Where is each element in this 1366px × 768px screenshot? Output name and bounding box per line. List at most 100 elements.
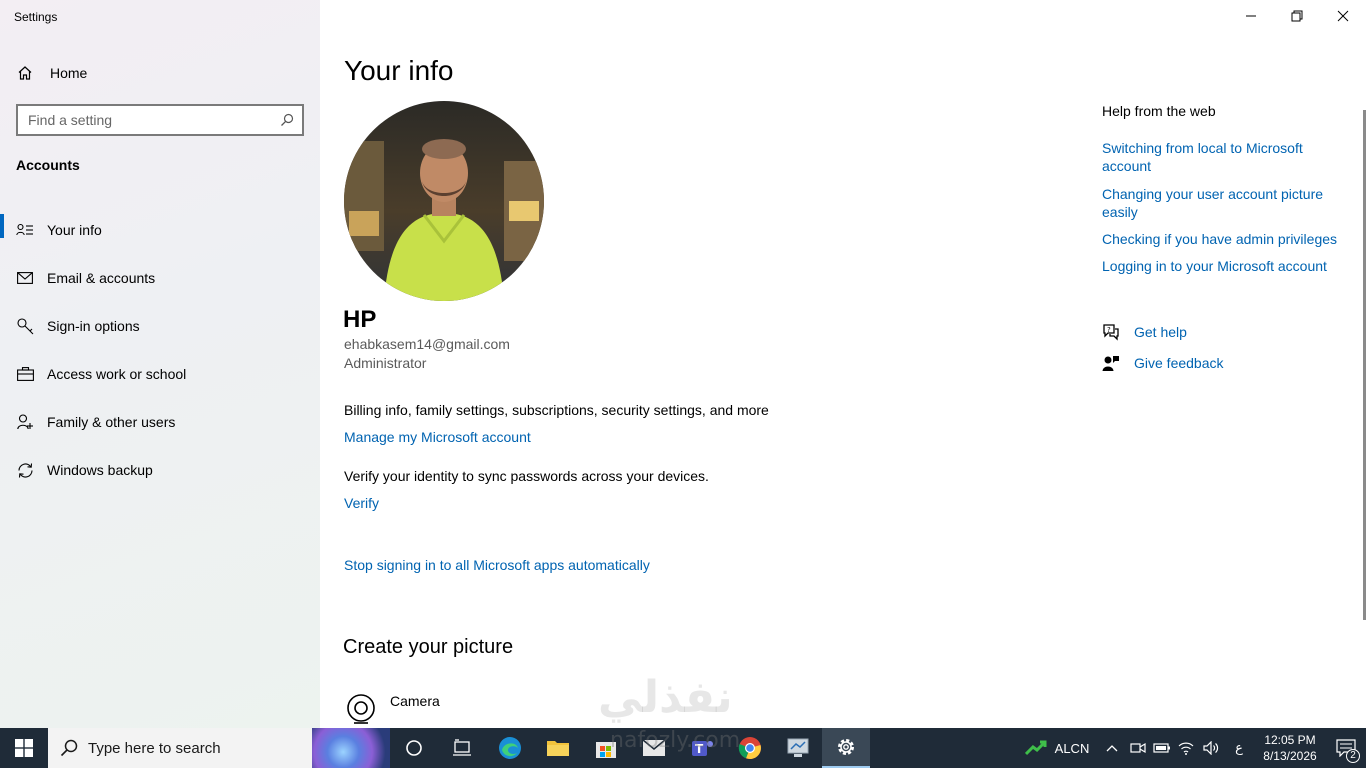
- search-highlight-image: [312, 728, 390, 768]
- minimize-button[interactable]: [1228, 0, 1274, 32]
- tray-network[interactable]: [1174, 728, 1198, 768]
- home-label: Home: [50, 65, 88, 81]
- person-card-icon: [16, 221, 34, 239]
- sidebar-item-access-work-school[interactable]: Access work or school: [0, 350, 320, 398]
- sidebar-item-family-other-users[interactable]: Family & other users: [0, 398, 320, 446]
- camera-tray-icon: [1130, 742, 1146, 754]
- sync-icon: [16, 461, 34, 479]
- search-icon: [60, 739, 78, 757]
- sidebar-item-email-accounts[interactable]: Email & accounts: [0, 254, 320, 302]
- watermark-latin: nafozly.com: [610, 728, 741, 753]
- search-icon[interactable]: [280, 113, 294, 127]
- restore-button[interactable]: [1274, 0, 1320, 32]
- taskbar-search-box[interactable]: Type here to search: [48, 728, 390, 768]
- help-link-switching[interactable]: Switching from local to Microsoft accoun…: [1102, 139, 1342, 175]
- tray-market-widget[interactable]: ALCN: [1016, 728, 1098, 768]
- action-center-button[interactable]: 2: [1326, 728, 1366, 768]
- battery-icon: [1153, 743, 1170, 753]
- get-help-label: Get help: [1134, 324, 1187, 340]
- key-icon: [16, 317, 34, 335]
- avatar-photo: [344, 101, 544, 301]
- sidebar-item-label: Email & accounts: [47, 270, 156, 286]
- sidebar-nav: Your info Email & accounts Sign-in optio…: [0, 206, 320, 494]
- settings-search-input[interactable]: [28, 112, 280, 128]
- svg-text:?: ?: [1107, 326, 1111, 334]
- home-icon: [16, 64, 34, 82]
- sidebar-item-windows-backup[interactable]: Windows backup: [0, 446, 320, 494]
- camera-label: Camera: [390, 693, 440, 709]
- taskbar-settings[interactable]: [822, 728, 870, 768]
- notification-count-badge: 2: [1346, 749, 1360, 763]
- cortana-icon: [406, 740, 422, 756]
- system-tray: ALCN ع 12:05 PM 8/13/2026 2: [1016, 728, 1366, 768]
- user-role: Administrator: [344, 355, 427, 371]
- wifi-icon: [1178, 742, 1194, 755]
- start-button[interactable]: [0, 728, 48, 768]
- close-icon: [1337, 10, 1349, 22]
- mail-icon: [16, 269, 34, 287]
- stock-up-icon: [1024, 740, 1047, 756]
- user-name: HP: [343, 306, 377, 333]
- watermark-arabic: نفذلي: [598, 672, 733, 723]
- task-view-icon: [453, 739, 471, 756]
- verify-description: Verify your identity to sync passwords a…: [344, 468, 709, 484]
- give-feedback-label: Give feedback: [1134, 355, 1224, 371]
- help-title: Help from the web: [1102, 103, 1216, 119]
- taskbar-remote-desktop[interactable]: [774, 728, 822, 768]
- tray-meet-now[interactable]: [1126, 728, 1150, 768]
- settings-search-box[interactable]: [16, 104, 304, 136]
- clock-time: 12:05 PM: [1264, 733, 1316, 747]
- monitor-app-icon: [787, 738, 809, 757]
- sidebar: Settings Home Accounts Your info Email &…: [0, 0, 320, 728]
- sidebar-item-your-info[interactable]: Your info: [0, 206, 320, 254]
- taskbar-file-explorer[interactable]: [534, 728, 582, 768]
- user-email: ehabkasem14@gmail.com: [344, 336, 510, 352]
- minimize-icon: [1246, 15, 1256, 17]
- window-title: Settings: [14, 10, 58, 24]
- tray-volume[interactable]: [1198, 728, 1224, 768]
- clock-date: 8/13/2026: [1263, 749, 1317, 763]
- verify-link[interactable]: Verify: [344, 495, 379, 511]
- cortana-button[interactable]: [390, 728, 438, 768]
- sidebar-item-label: Sign-in options: [47, 318, 140, 334]
- give-feedback-link[interactable]: Give feedback: [1102, 354, 1224, 372]
- tray-input-language[interactable]: ع: [1224, 728, 1254, 768]
- stop-signing-in-link[interactable]: Stop signing in to all Microsoft apps au…: [344, 557, 650, 573]
- camera-icon: [344, 692, 378, 726]
- windows-logo-icon: [15, 739, 33, 757]
- folder-icon: [547, 741, 569, 756]
- taskbar-edge[interactable]: [486, 728, 534, 768]
- create-picture-heading: Create your picture: [343, 636, 514, 658]
- person-add-icon: [16, 413, 34, 431]
- sidebar-item-label: Access work or school: [47, 366, 187, 382]
- chevron-up-icon: [1106, 745, 1118, 752]
- taskbar-search-placeholder: Type here to search: [88, 739, 221, 757]
- chrome-icon: [738, 737, 761, 760]
- restore-icon: [1291, 10, 1303, 22]
- tray-battery[interactable]: [1150, 728, 1174, 768]
- edge-icon: [499, 737, 521, 759]
- help-link-change-picture[interactable]: Changing your user account picture easil…: [1102, 185, 1342, 221]
- sidebar-item-sign-in-options[interactable]: Sign-in options: [0, 302, 320, 350]
- manage-account-link[interactable]: Manage my Microsoft account: [344, 429, 531, 445]
- help-link-logging-in[interactable]: Logging in to your Microsoft account: [1102, 257, 1342, 275]
- sidebar-item-label: Windows backup: [47, 462, 153, 478]
- help-link-admin[interactable]: Checking if you have admin privileges: [1102, 230, 1342, 248]
- show-hidden-icons-button[interactable]: [1098, 728, 1126, 768]
- briefcase-icon: [16, 365, 34, 383]
- tray-clock[interactable]: 12:05 PM 8/13/2026: [1254, 732, 1326, 764]
- home-nav-item[interactable]: Home: [16, 62, 87, 84]
- camera-option[interactable]: Camera: [344, 692, 440, 726]
- sidebar-item-label: Family & other users: [47, 414, 176, 430]
- billing-description: Billing info, family settings, subscript…: [344, 402, 769, 418]
- speaker-icon: [1203, 741, 1219, 755]
- feedback-icon: [1102, 354, 1120, 372]
- get-help-link[interactable]: ? Get help: [1102, 323, 1187, 341]
- sidebar-item-label: Your info: [47, 222, 102, 238]
- gear-icon: [838, 739, 854, 755]
- page-title: Your info: [344, 55, 454, 86]
- chat-help-icon: ?: [1102, 323, 1120, 341]
- task-view-button[interactable]: [438, 728, 486, 768]
- close-button[interactable]: [1320, 0, 1366, 32]
- section-title-accounts: Accounts: [16, 157, 80, 173]
